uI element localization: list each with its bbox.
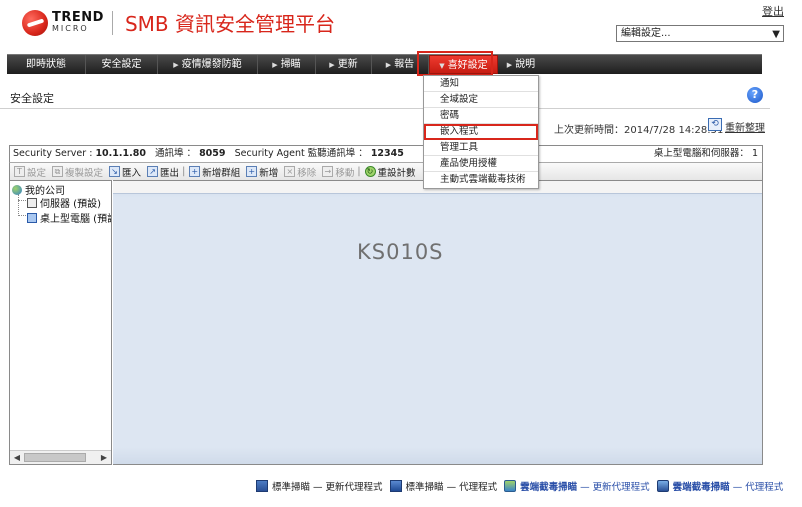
scroll-left-icon[interactable]: ◀ (11, 452, 23, 463)
reset-icon: ↻ (364, 166, 376, 177)
port-label: 通訊埠 ： (155, 148, 197, 159)
reset-counter-button[interactable]: ↻ 重設計數 (364, 165, 416, 179)
triangle-right-icon: ▶ (272, 61, 278, 69)
legend-item: 雲端截毒掃瞄 — 代理程式 (656, 479, 783, 493)
nav-item-security-settings[interactable]: 安全設定 (86, 55, 158, 74)
agent-port-label: Security Agent 監聽通訊埠 ： (234, 148, 368, 159)
watermark: KS010S (357, 240, 444, 264)
logo-line1: TREND (52, 9, 104, 25)
toolbar-separator: | (357, 166, 361, 177)
desktop-icon (27, 212, 37, 223)
last-update-label: 上次更新時間： (554, 125, 624, 136)
refresh-link[interactable]: 重新整理 (725, 119, 765, 134)
server-value: 10.1.1.80 (95, 148, 146, 159)
tree-item-desktops[interactable]: 桌上型電腦 (預設 (27, 210, 111, 225)
menu-item-product-license[interactable]: 產品使用授權 (424, 156, 538, 172)
move-button[interactable]: → 移動 (322, 165, 354, 179)
add-group-icon: + (189, 166, 201, 177)
add-icon: + (246, 166, 258, 177)
toolbar-separator: | (182, 166, 186, 177)
export-icon: ↗ (147, 166, 159, 177)
divider (0, 108, 770, 109)
preferences-dropdown-menu: 通知 全域設定 密碼 嵌入程式 管理工具 產品使用授權 主動式雲端截毒技術 (423, 75, 539, 189)
product-title: SMB 資訊安全管理平台 (124, 12, 335, 36)
nav-item-preferences[interactable]: ▼ 喜好設定 (429, 55, 498, 74)
chevron-down-icon: ▼ (772, 29, 780, 40)
import-button[interactable]: ↘ 匯入 (109, 165, 141, 179)
smart-scan-update-agent-icon (504, 480, 517, 492)
nav-item-update[interactable]: ▶ 更新 (316, 55, 372, 74)
trend-micro-logo-icon (22, 9, 48, 36)
page-title: 安全設定 (10, 92, 54, 105)
trash-icon: × (284, 166, 296, 177)
triangle-right-icon: ▶ (173, 61, 179, 69)
scroll-thumb[interactable] (24, 453, 86, 462)
standard-scan-update-agent-icon (256, 480, 268, 492)
menu-item-password[interactable]: 密碼 (424, 108, 538, 124)
server-info-bar: Security Server : 10.1.1.80 通訊埠 ： 8059 S… (9, 145, 763, 163)
legend-item: 標準掃瞄 — 更新代理程式 (256, 479, 383, 493)
nav-item-scan[interactable]: ▶ 掃瞄 (258, 55, 316, 74)
logo-text: TREND MICRO (52, 9, 104, 34)
server-icon (27, 197, 37, 208)
triangle-right-icon: ▶ (506, 61, 513, 69)
legend: 標準掃瞄 — 更新代理程式 標準掃瞄 — 代理程式 雲端截毒掃瞄 — 更新代理程… (256, 479, 790, 493)
port-value: 8059 (199, 148, 226, 159)
settings-icon: T (14, 166, 25, 177)
nav-item-outbreak-defense[interactable]: ▶ 疫情爆發防範 (158, 55, 258, 74)
legend-item: 標準掃瞄 — 代理程式 (389, 479, 497, 493)
add-group-button[interactable]: + 新增群組 (189, 165, 240, 179)
menu-item-admin-tools[interactable]: 管理工具 (424, 140, 538, 156)
settings-button[interactable]: T 設定 (14, 165, 46, 179)
last-update-text: 上次更新時間：2014/7/28 14:28:51 (554, 121, 723, 136)
refresh-icon[interactable]: ⟲ (708, 118, 722, 131)
menu-item-plug-ins[interactable]: 嵌入程式 (424, 124, 538, 140)
add-button[interactable]: + 新增 (246, 165, 278, 179)
device-count: 桌上型電腦和伺服器： 1 (653, 148, 758, 159)
menu-item-notifications[interactable]: 通知 (424, 76, 538, 92)
move-icon: → (322, 166, 334, 177)
triangle-right-icon: ▶ (329, 61, 335, 69)
triangle-down-icon: ▼ (439, 62, 445, 70)
legend-item: 雲端截毒掃瞄 — 更新代理程式 (504, 479, 650, 493)
standard-scan-agent-icon (389, 480, 402, 492)
nav-item-help[interactable]: ▶ 說明 (498, 55, 544, 74)
help-icon[interactable]: ? (747, 87, 763, 103)
logout-link[interactable]: 登出 (762, 3, 784, 19)
smart-scan-agent-icon (656, 480, 669, 492)
import-icon: ↘ (109, 166, 121, 177)
tree-item-servers[interactable]: 伺服器 (預設) (27, 195, 101, 210)
nav-item-reports[interactable]: ▶ 報告 (372, 55, 429, 74)
tree-horizontal-scrollbar[interactable]: ◀ ▶ (10, 450, 111, 464)
nav-item-live-status[interactable]: 即時狀態 (7, 55, 86, 74)
server-label: Security Server : (13, 148, 93, 159)
copy-settings-button[interactable]: ⧉ 複製設定 (52, 165, 103, 179)
edit-settings-value: 編輯設定... (621, 28, 671, 39)
main-nav: 即時狀態 安全設定 ▶ 疫情爆發防範 ▶ 掃瞄 ▶ 更新 ▶ 報告 ▼ 喜好設定 ▶ 說明 (7, 54, 762, 74)
menu-item-global-settings[interactable]: 全域設定 (424, 92, 538, 108)
edit-settings-select[interactable]: 編輯設定... ▼ (616, 25, 784, 42)
trend-micro-logo: TREND MICRO SMB 資訊安全管理平台 (22, 8, 335, 37)
toolbar: T 設定 ⧉ 複製設定 ↘ 匯入 ↗ 匯出 | + 新增群組 + 新增 × 移除 → 移動 | … (9, 163, 763, 180)
group-tree: 我的公司 伺服器 (預設) 桌上型電腦 (預設 ◀ ▶ (9, 180, 112, 465)
logo-divider (111, 10, 113, 35)
triangle-right-icon: ▶ (385, 61, 392, 69)
company-icon (12, 184, 22, 195)
export-button[interactable]: ↗ 匯出 (147, 165, 179, 179)
menu-item-smart-protection[interactable]: 主動式雲端截毒技術 (424, 172, 538, 188)
remove-button[interactable]: × 移除 (284, 165, 316, 179)
copy-icon: ⧉ (52, 166, 64, 177)
scroll-right-icon[interactable]: ▶ (98, 452, 110, 463)
agent-port-value: 12345 (370, 148, 404, 159)
device-list-area (113, 180, 763, 465)
